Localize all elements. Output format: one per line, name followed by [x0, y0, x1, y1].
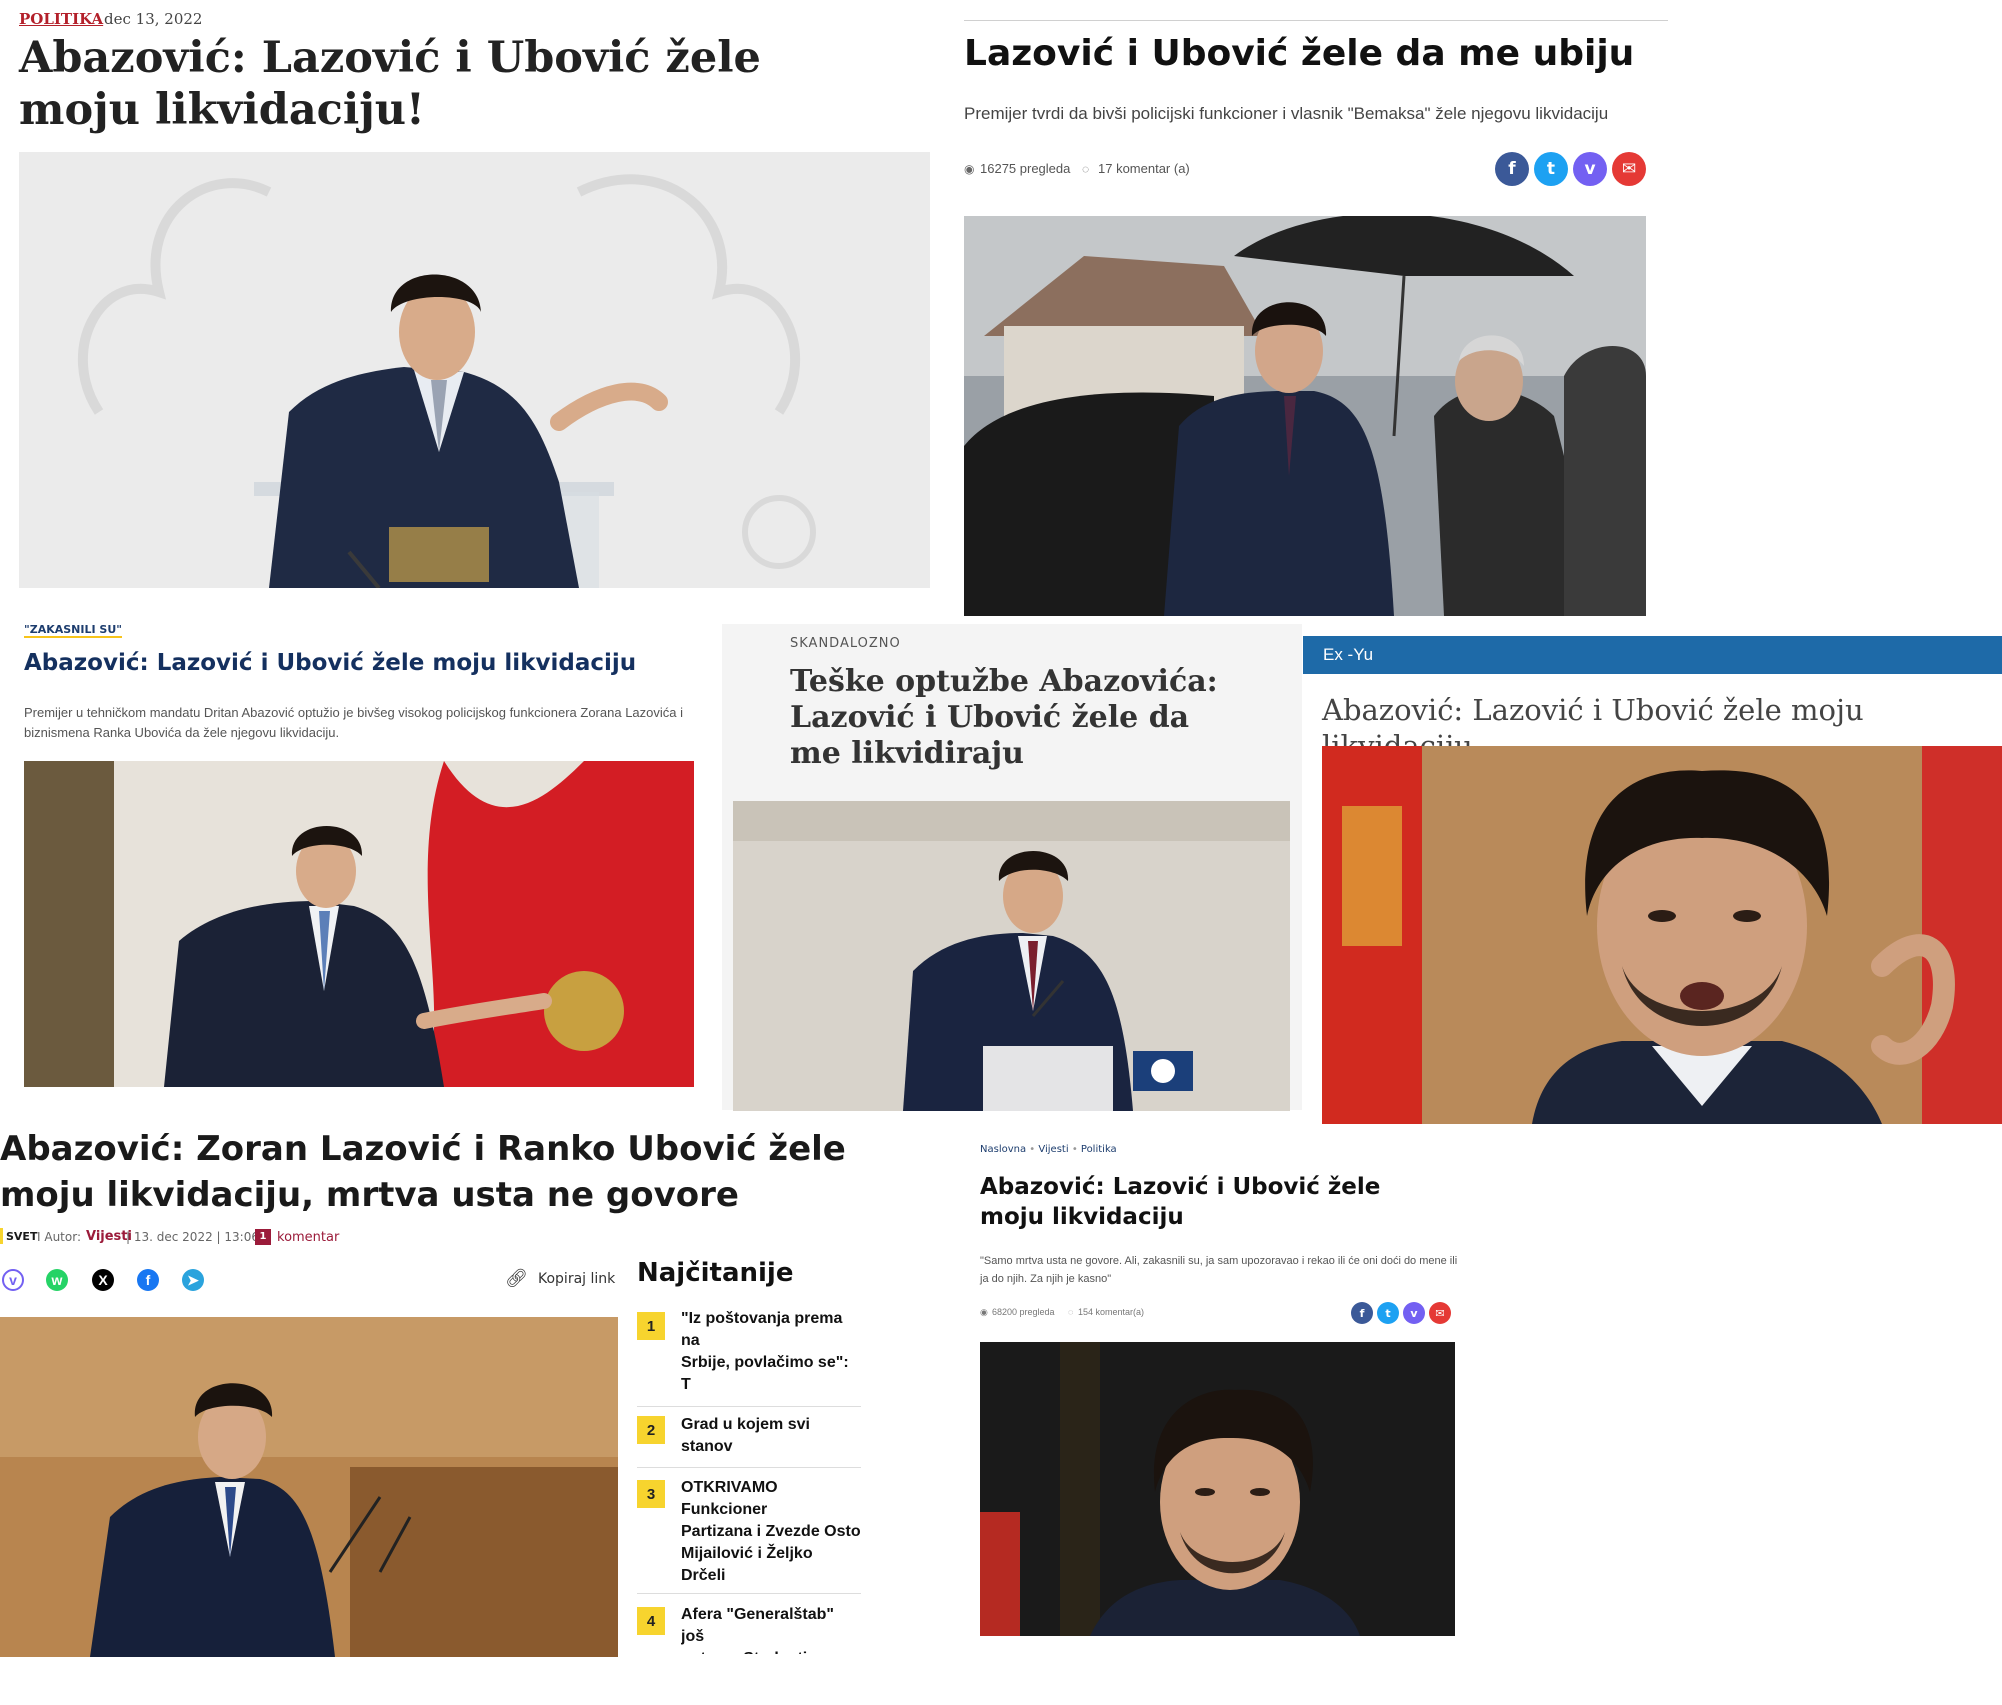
mail-share-icon[interactable]: ✉ [1612, 152, 1646, 186]
article-lead: Premijer tvrdi da bivši policijski funkc… [964, 104, 1609, 123]
divider [637, 1467, 861, 1468]
link-icon[interactable]: 🔗︎ [505, 1268, 528, 1289]
article-lead: "Samo mrtva usta ne govore. Ali, zakasni… [980, 1255, 1458, 1285]
views-count: 68200 pregleda [992, 1307, 1055, 1317]
article-headline: Abazović: Lazović i Ubović žele moju lik… [24, 650, 637, 676]
article-headline: Lazović i Ubović žele da me ubiju [964, 33, 1635, 74]
copy-link-button[interactable]: Kopiraj link [538, 1271, 615, 1287]
comment-icon: ◌ [1082, 162, 1090, 176]
section-label[interactable]: Ex -Yu [1323, 645, 1373, 665]
rank-badge: 1 [637, 1312, 665, 1340]
mail-share-icon[interactable]: ✉ [1429, 1302, 1451, 1324]
article-photo-portrait [980, 1342, 1455, 1636]
views-count: 16275 pregleda [980, 161, 1071, 176]
article-headline: Abazović: Lazović i Ubović žele moju lik… [980, 1174, 1381, 1230]
facebook-share-icon[interactable]: f [1351, 1302, 1373, 1324]
article-photo-laptop [733, 801, 1290, 1111]
x-icon[interactable]: X [92, 1269, 114, 1291]
article-headline: Teške optužbe Abazovića: Lazović i Ubovi… [790, 664, 1218, 771]
rank-badge: 2 [637, 1416, 665, 1444]
viber-icon[interactable]: v [2, 1269, 24, 1291]
most-read-item[interactable]: Grad u kojem svi stanov u istoj zgradi o… [681, 1414, 861, 1458]
article-headline: Abazović: Zoran Lazović i Ranko Ubović ž… [0, 1129, 846, 1215]
section-marker [0, 1228, 3, 1244]
article-lead: Premijer u tehničkom mandatu Dritan Abaz… [24, 705, 684, 740]
comment-icon: ◌ [1068, 1307, 1074, 1317]
breadcrumb-item[interactable]: Politika [1081, 1144, 1117, 1155]
article-photo-parliament [0, 1317, 618, 1657]
whatsapp-icon[interactable]: w [46, 1269, 68, 1291]
article-photo-closeup [1322, 746, 2002, 1124]
most-read-title: Najčitanije [637, 1258, 794, 1288]
rank-badge: 3 [637, 1480, 665, 1508]
author-label: I Autor: [37, 1230, 81, 1244]
most-read-item[interactable]: OTKRIVAMO Funkcioner Partizana i Zvezde … [681, 1477, 861, 1587]
article-kicker: "ZAKASNILI SU" [24, 623, 122, 638]
breadcrumb: Naslovna • Vijesti • Politika [980, 1144, 1117, 1155]
twitter-share-icon[interactable]: t [1534, 152, 1568, 186]
most-read-item[interactable]: Afera "Generalštab" još gotova: Studenti… [681, 1604, 861, 1654]
telegram-icon[interactable]: ➤ [182, 1269, 204, 1291]
divider [637, 1593, 861, 1594]
top-divider [964, 20, 1668, 21]
viber-share-icon[interactable]: v [1403, 1302, 1425, 1324]
divider [637, 1406, 861, 1407]
breadcrumb-item[interactable]: Naslovna [980, 1144, 1026, 1155]
article-photo-podium [19, 152, 930, 588]
rank-badge: 4 [637, 1607, 665, 1635]
section-header-bar [1303, 636, 2002, 674]
article-date: | 13. dec 2022 | 13:06 | [126, 1230, 267, 1244]
article-headline: Abazović: Lazović i Ubović žele moju lik… [19, 33, 761, 135]
article-kicker: SKANDALOZNO [790, 636, 901, 651]
article-photo-umbrella [964, 216, 1646, 616]
comments-count[interactable]: 154 komentar(a) [1078, 1307, 1144, 1317]
facebook-icon[interactable]: f [137, 1269, 159, 1291]
eye-icon: ◉ [964, 162, 975, 176]
section-tag[interactable]: SVET [6, 1230, 37, 1243]
eye-icon: ◉ [980, 1307, 988, 1317]
comment-link[interactable]: komentar [277, 1230, 339, 1245]
facebook-share-icon[interactable]: f [1495, 152, 1529, 186]
comment-count-badge[interactable]: 1 [255, 1229, 271, 1245]
viber-share-icon[interactable]: v [1573, 152, 1607, 186]
twitter-share-icon[interactable]: t [1377, 1302, 1399, 1324]
breadcrumb-item[interactable]: Vijesti [1038, 1144, 1068, 1155]
category-link[interactable]: POLITIKA [19, 10, 103, 28]
most-read-item[interactable]: "Iz poštovanja prema na Srbije, povlačim… [681, 1308, 861, 1396]
article-photo-flag [24, 761, 694, 1087]
article-date: dec 13, 2022 [104, 10, 203, 28]
comments-count[interactable]: 17 komentar (a) [1098, 161, 1190, 176]
